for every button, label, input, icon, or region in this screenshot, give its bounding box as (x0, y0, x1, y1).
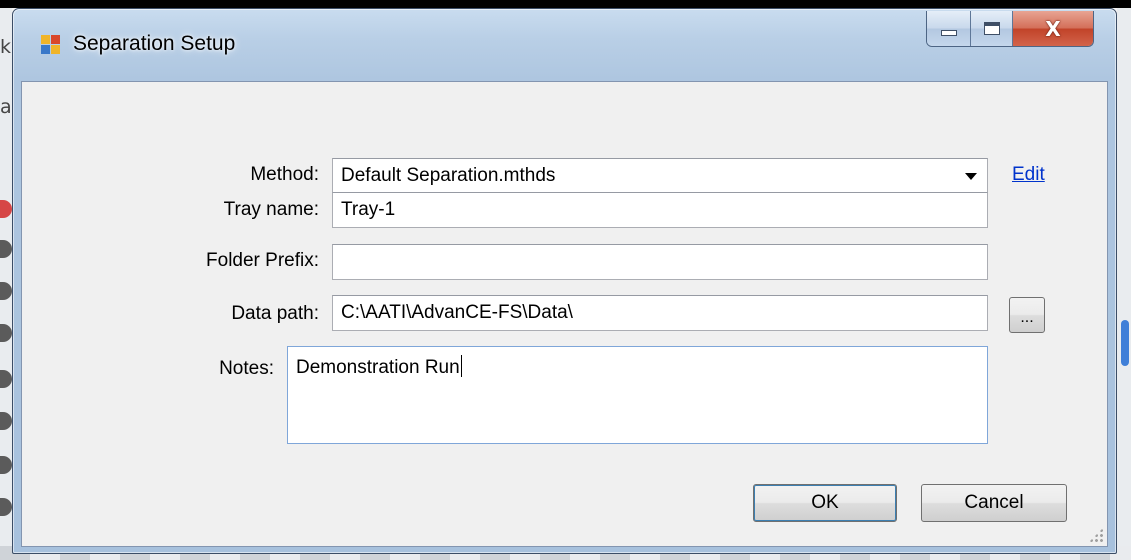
method-selected-value: Default Separation.mthds (341, 165, 556, 186)
tray-name-input[interactable]: Tray-1 (332, 192, 988, 228)
title-bar[interactable]: Separation Setup X (13, 9, 1116, 81)
resize-grip-icon[interactable] (1089, 528, 1103, 542)
folder-prefix-input[interactable] (332, 244, 988, 280)
maximize-icon (983, 22, 1000, 35)
minimize-icon (940, 29, 957, 36)
data-path-label: Data path: (231, 303, 319, 324)
edit-method-link[interactable]: Edit (1012, 164, 1045, 186)
tray-name-label: Tray name: (223, 199, 319, 220)
chevron-down-icon[interactable] (965, 173, 977, 180)
background-right-edge (1117, 8, 1131, 560)
window-controls: X (926, 11, 1094, 47)
method-dropdown[interactable]: Default Separation.mthds (332, 158, 988, 194)
maximize-button[interactable] (971, 11, 1013, 46)
minimize-button[interactable] (927, 11, 971, 46)
notes-textarea[interactable]: Demonstration Run (287, 346, 988, 444)
separation-setup-dialog: Separation Setup X Method: Default Separ… (12, 8, 1117, 554)
close-icon: X (1045, 16, 1061, 41)
ok-button[interactable]: OK (753, 484, 897, 522)
method-label: Method: (250, 164, 319, 185)
dialog-client-area: Method: Default Separation.mthds Edit Tr… (21, 81, 1108, 547)
cancel-button[interactable]: Cancel (921, 484, 1067, 522)
data-path-input[interactable]: C:\AATI\AdvanCE-FS\Data\ (332, 295, 988, 331)
close-button[interactable]: X (1013, 11, 1093, 46)
folder-prefix-label: Folder Prefix: (206, 250, 319, 271)
background-text-fragment: a (0, 96, 12, 118)
background-text-fragment: k (0, 36, 12, 58)
notes-label: Notes: (219, 358, 274, 379)
background-scrollbar (1121, 320, 1129, 366)
browse-data-path-button[interactable]: ... (1009, 297, 1045, 333)
notes-text: Demonstration Run (296, 357, 460, 378)
app-window-icon (41, 35, 61, 55)
text-cursor (460, 355, 462, 377)
window-title: Separation Setup (73, 32, 236, 55)
